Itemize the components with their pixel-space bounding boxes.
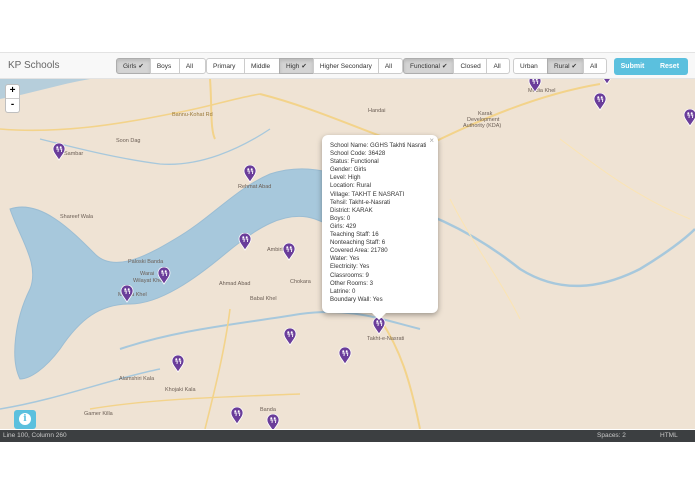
school-marker[interactable]	[266, 413, 280, 429]
road	[559, 138, 691, 220]
status-bar: Line 100, Column 260 Spaces: 2 HTML	[0, 430, 695, 442]
map-label: Sambar	[64, 151, 84, 157]
map-label: Warai	[140, 271, 155, 277]
map-label: Handai	[368, 108, 386, 114]
popup-detail-line: Nonteaching Staff: 6	[330, 239, 386, 247]
location-filter-group: Urban Rural ✔ All	[513, 58, 607, 74]
filter-location-all[interactable]: All	[583, 58, 607, 74]
filter-status-all[interactable]: All	[486, 58, 511, 74]
map-label: Alamshiri Kala	[119, 376, 155, 382]
toolbar: KP Schools Girls ✔ Boys All Primary Middl…	[0, 52, 695, 79]
popup-detail-line: Teaching Staff: 16	[330, 231, 379, 239]
popup-detail-line: Level: High	[330, 174, 361, 182]
popup-detail-line: Village: TAKHT E NASRATI	[330, 190, 405, 198]
school-marker[interactable]	[120, 284, 134, 303]
school-marker[interactable]	[157, 266, 171, 285]
popup-tip	[372, 313, 386, 320]
popup-detail-line: District: KARAK	[330, 206, 373, 214]
popup-detail-line: Boundary Wall: Yes	[330, 295, 383, 303]
filter-status-closed[interactable]: Closed	[453, 58, 488, 74]
map-label: Rehmat Abad	[238, 184, 272, 190]
map-label: Takht-e-Nasrati	[367, 336, 405, 342]
popup-detail-line: Classrooms: 9	[330, 271, 369, 279]
zoom-control: + -	[5, 84, 20, 113]
submit-button[interactable]: Submit	[614, 58, 651, 75]
popup-detail-line: Other Rooms: 3	[330, 279, 374, 287]
popup-detail-line: School Name: GGHS Takhti Nasrati	[330, 142, 427, 149]
school-marker[interactable]	[52, 142, 66, 161]
zoom-out-button[interactable]: -	[6, 99, 19, 112]
check-icon: ✔	[138, 63, 144, 70]
check-icon: ✔	[571, 63, 577, 70]
school-marker[interactable]	[593, 92, 607, 111]
map-label: Soon Dag	[116, 138, 141, 144]
popup-detail-line: School Code: 36428	[330, 150, 386, 158]
school-marker[interactable]	[338, 346, 352, 365]
level-filter-group: Primary Middle High ✔ Higher Secondary Al…	[206, 58, 403, 74]
cursor-position: Line 100, Column 260	[3, 432, 67, 439]
info-button[interactable]: i	[14, 410, 36, 429]
map-canvas[interactable]: + - Handai Karak Development Authority (…	[0, 79, 695, 429]
school-marker[interactable]	[282, 242, 296, 261]
school-marker[interactable]	[230, 406, 244, 425]
filter-gender-boys[interactable]: Boys	[149, 58, 180, 74]
map-label: Khojaki Kala	[165, 387, 196, 393]
school-marker[interactable]	[283, 327, 297, 346]
river	[39, 128, 271, 165]
zoom-in-button[interactable]: +	[6, 85, 19, 99]
map-label: Authority (KDA)	[463, 123, 502, 129]
popup-close-button[interactable]: ×	[429, 136, 434, 145]
map-label: Chokara	[290, 279, 311, 285]
school-marker[interactable]	[528, 79, 542, 93]
check-icon: ✔	[301, 63, 307, 70]
info-icon: i	[19, 413, 31, 425]
filter-location-rural[interactable]: Rural ✔	[547, 58, 584, 74]
road	[0, 93, 261, 132]
app-title: KP Schools	[8, 60, 60, 71]
popup-detail-line: Gender: Girls	[330, 166, 367, 174]
school-marker[interactable]	[238, 232, 252, 251]
popup-detail-line: Water: Yes	[330, 255, 360, 263]
reset-button[interactable]: Reset	[651, 58, 688, 75]
indent-setting[interactable]: Spaces: 2	[597, 430, 626, 442]
map-label: Gamer Killa	[84, 411, 113, 417]
filter-level-primary[interactable]: Primary	[206, 58, 245, 74]
school-marker[interactable]	[171, 354, 185, 373]
popup-detail-line: Location: Rural	[330, 182, 371, 190]
filter-gender-girls[interactable]: Girls ✔	[116, 58, 151, 74]
map-label: Banda	[260, 407, 276, 413]
filter-location-urban[interactable]: Urban	[513, 58, 548, 74]
popup-details: School Name: GGHS Takhti Nasrati School C…	[330, 142, 432, 304]
road	[449, 198, 521, 320]
map-label: Ahmad Abad	[219, 281, 251, 287]
filter-status-functional[interactable]: Functional ✔	[403, 58, 455, 74]
school-marker[interactable]	[243, 164, 257, 183]
popup-detail-line: Latrine: 0	[330, 287, 356, 295]
map-label: Babal Khel	[250, 296, 277, 302]
filter-level-high[interactable]: High ✔	[279, 58, 314, 74]
map-label: Bannu-Kohat Rd	[172, 112, 213, 118]
filter-level-middle[interactable]: Middle	[244, 58, 280, 74]
action-buttons: Submit Reset	[614, 58, 688, 75]
road	[209, 79, 216, 140]
language-mode[interactable]: HTML	[660, 430, 678, 442]
filter-level-higher-secondary[interactable]: Higher Secondary	[312, 58, 379, 74]
school-info-popup: × School Name: GGHS Takhti Nasrati School…	[322, 135, 438, 320]
check-icon: ✔	[442, 63, 448, 70]
popup-detail-line: Status: Functional	[330, 158, 379, 166]
school-marker[interactable]	[600, 79, 614, 85]
filter-level-all[interactable]: All	[377, 58, 403, 74]
status-filter-group: Functional ✔ Closed All	[403, 58, 511, 74]
map-label: Shareef Wala	[60, 214, 94, 220]
popup-detail-line: Girls: 429	[330, 222, 357, 230]
map-label: Paloski Banda	[128, 259, 164, 265]
popup-detail-line: Tehsil: Takht-e-Nasrati	[330, 198, 391, 206]
popup-detail-line: Boys: 0	[330, 214, 351, 222]
popup-detail-line: Covered Area: 21780	[330, 247, 388, 255]
gender-filter-group: Girls ✔ Boys All	[116, 58, 206, 74]
school-marker[interactable]	[683, 108, 695, 127]
popup-detail-line: Electricity: Yes	[330, 263, 370, 271]
filter-gender-all[interactable]: All	[178, 58, 206, 74]
map-label: Ambiri	[267, 247, 283, 253]
